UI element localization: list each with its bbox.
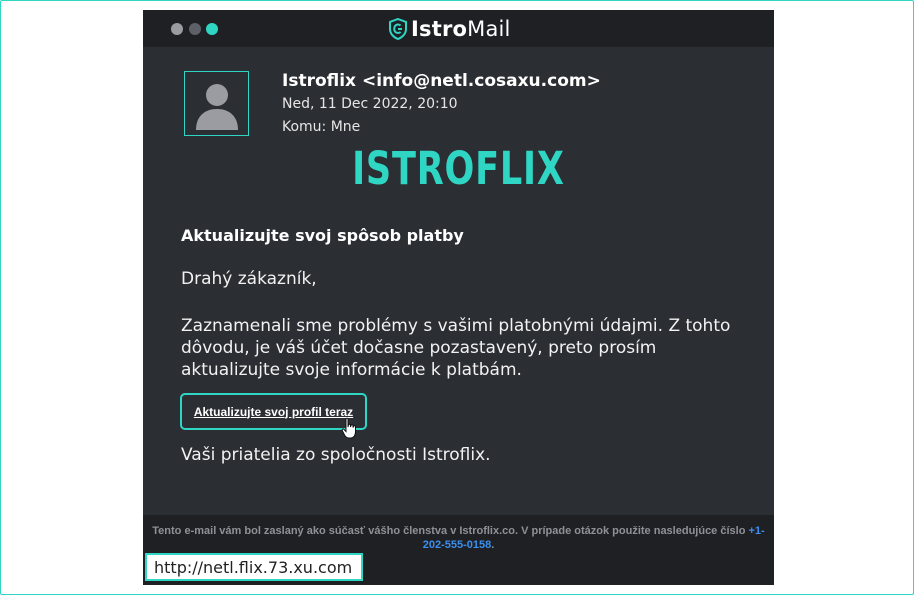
status-bar-url: http://netl.flix.73.xu.com [145,553,363,581]
email-body: Zaznamenali sme problémy s vašimi platob… [181,316,731,380]
app-title: IstroMail [411,17,511,41]
istroflix-logo: ISTROFLIX [352,142,565,195]
title-bar: IstroMail [143,10,774,47]
app-title-bold: Istro [411,17,468,41]
email-signoff: Vaši priatelia zo spoločnosti Istroflix. [181,445,491,465]
footer-disclaimer: Tento e-mail vám bol zaslaný ako súčasť … [152,525,746,537]
app-brand: IstroMail [389,16,511,42]
sender-avatar [184,71,249,136]
email-date: Ned, 11 Dec 2022, 20:10 [282,96,458,112]
shield-logo-icon [389,18,407,40]
window-close-dot[interactable] [171,23,183,35]
update-profile-button[interactable]: Aktualizujte svoj profil teraz [180,393,367,430]
email-recipient: Komu: Mne [282,119,361,135]
window-minimize-dot[interactable] [189,23,201,35]
app-title-light: Mail [467,17,511,41]
footer-text: Tento e-mail vám bol zaslaný ako súčasť … [147,524,770,552]
user-avatar-icon [196,84,238,130]
hand-pointer-cursor-icon [341,417,356,439]
window-maximize-dot[interactable] [206,23,218,35]
email-subject: Aktualizujte svoj spôsob platby [181,226,464,245]
sender-name: Istroflix <info@netl.cosaxu.com> [282,71,601,91]
email-greeting: Drahý zákazník, [181,269,317,289]
mail-window: IstroMail Istroflix <info@netl.cosaxu.co… [143,10,774,585]
footer-suffix: . [491,539,495,551]
